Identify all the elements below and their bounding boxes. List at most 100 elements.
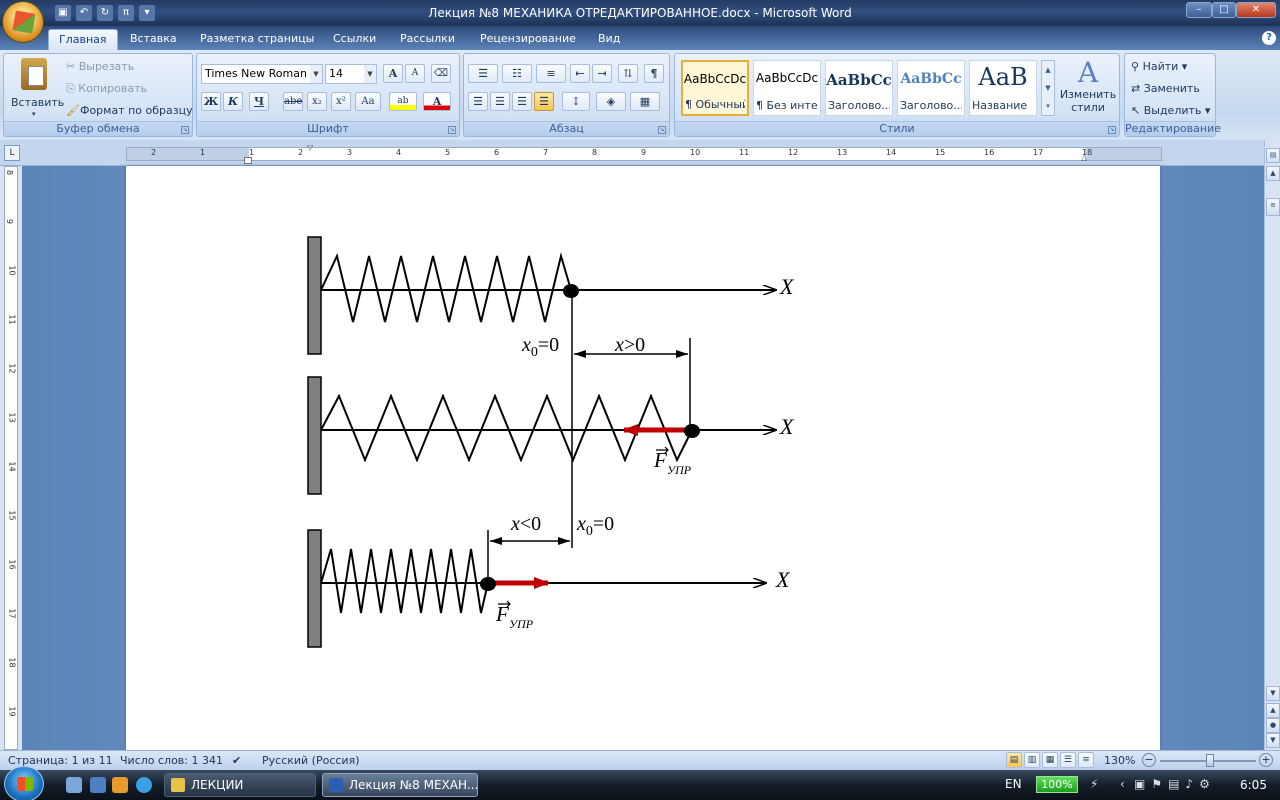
bold-button[interactable]: Ж — [201, 92, 221, 111]
tab-page-layout[interactable]: Разметка страницы — [190, 29, 324, 50]
document-page[interactable]: X X X x0=0 x>0 x<0 x0=0 F УПР F УПР — [126, 166, 1160, 750]
find-button[interactable]: ⚲ Найти ▾ — [1131, 60, 1187, 73]
customize-qat-icon[interactable]: ▾ — [139, 5, 155, 21]
change-styles-button[interactable]: A Изменить стили — [1059, 58, 1117, 120]
input-language[interactable]: EN — [1005, 777, 1022, 791]
zoom-level[interactable]: 130% — [1104, 754, 1135, 767]
styles-scroll-icon[interactable]: ▲ ▼ ▾ — [1041, 60, 1055, 116]
save-icon[interactable]: ▣ — [55, 5, 71, 21]
tray-icons[interactable]: ▣⚑▤♪⚙ — [1134, 777, 1216, 791]
minimize-button[interactable]: – — [1186, 2, 1212, 18]
horizontal-ruler[interactable]: 2 1 1 2 3 4 5 6 7 8 9 10 11 12 13 14 15 16 17 18 — [126, 147, 1162, 161]
strikethrough-button[interactable]: abe — [283, 92, 303, 111]
highlight-button[interactable]: ab — [389, 92, 417, 111]
help-icon[interactable]: ? — [1262, 31, 1276, 45]
increase-indent-icon[interactable]: ⇥ — [592, 64, 612, 83]
outline-icon[interactable]: ☰ — [1060, 752, 1076, 768]
align-right-icon[interactable]: ☰ — [512, 92, 532, 111]
view-ruler-icon[interactable]: ▤ — [1266, 148, 1280, 163]
web-layout-icon[interactable]: ▦ — [1042, 752, 1058, 768]
copy-button[interactable]: ⎘ Копировать — [66, 82, 147, 96]
full-screen-reading-icon[interactable]: ▥ — [1024, 752, 1040, 768]
replace-button[interactable]: ⇄ Заменить — [1131, 82, 1200, 95]
pi-symbol-icon[interactable]: π — [118, 5, 134, 21]
clock[interactable]: 6:05 — [1240, 778, 1267, 792]
font-color-button[interactable]: A — [423, 92, 451, 111]
left-indent-marker-icon[interactable] — [244, 157, 252, 164]
zoom-out-icon[interactable]: − — [1142, 753, 1156, 767]
tab-references[interactable]: Ссылки — [323, 29, 386, 50]
start-button[interactable] — [4, 766, 44, 800]
font-size-combo[interactable]: 14 ▼ — [325, 64, 377, 84]
font-name-combo[interactable]: Times New Roman ▼ — [201, 64, 323, 84]
dialog-launcher-icon[interactable]: ↘ — [1108, 126, 1116, 134]
tab-insert[interactable]: Вставка — [120, 29, 187, 50]
cut-button[interactable]: ✂ Вырезать — [66, 60, 134, 73]
vertical-scrollbar[interactable]: ▤ ▲ ≡ ▼ ▲ ● ▼ — [1264, 140, 1280, 750]
previous-page-icon[interactable]: ▲ — [1266, 703, 1280, 718]
clear-formatting-button[interactable]: ⌫ — [431, 64, 451, 83]
grow-font-button[interactable]: A — [383, 64, 403, 83]
style-normal[interactable]: AaBbCcDc ¶ Обычный — [681, 60, 749, 116]
zoom-slider-thumb[interactable] — [1206, 754, 1214, 767]
browse-object-icon[interactable]: ● — [1266, 718, 1280, 733]
align-center-icon[interactable]: ☰ — [490, 92, 510, 111]
shading-icon[interactable]: ◈ — [596, 92, 626, 111]
show-hidden-icons[interactable]: ‹ — [1120, 777, 1125, 791]
sort-icon[interactable]: ⇅ — [618, 64, 638, 83]
underline-button[interactable]: Ч — [249, 92, 269, 111]
change-case-button[interactable]: Aa — [355, 92, 381, 111]
right-indent-marker-icon[interactable]: △ — [1081, 153, 1087, 162]
taskbar-item-word[interactable]: Лекция №8 МЕХАН... — [322, 773, 478, 797]
scroll-down-icon[interactable]: ▼ — [1266, 686, 1280, 701]
dialog-launcher-icon[interactable]: ↘ — [448, 126, 456, 134]
battery-indicator[interactable]: 100% — [1036, 776, 1078, 793]
media-player-icon[interactable] — [112, 777, 128, 793]
power-icon[interactable]: ⚡ — [1090, 777, 1098, 791]
tab-mailings[interactable]: Рассылки — [390, 29, 465, 50]
first-line-indent-marker-icon[interactable]: ▽ — [307, 143, 313, 152]
italic-button[interactable]: К — [223, 92, 243, 111]
dialog-launcher-icon[interactable]: ↘ — [658, 126, 666, 134]
superscript-button[interactable]: x² — [331, 92, 351, 111]
tab-selector-icon[interactable]: L — [4, 145, 20, 161]
dialog-launcher-icon[interactable]: ↘ — [181, 126, 189, 134]
print-layout-icon[interactable]: ▤ — [1006, 752, 1022, 768]
shrink-font-button[interactable]: A — [405, 64, 425, 83]
style-title[interactable]: AaB Название — [969, 60, 1037, 116]
maximize-button[interactable]: □ — [1212, 2, 1236, 18]
internet-explorer-icon[interactable] — [136, 777, 152, 793]
bullets-icon[interactable]: ☰ — [468, 64, 498, 83]
align-left-icon[interactable]: ☰ — [468, 92, 488, 111]
subscript-button[interactable]: x₂ — [307, 92, 327, 111]
style-heading-2[interactable]: AaBbCc Заголово... — [897, 60, 965, 116]
window-switcher-icon[interactable] — [90, 777, 106, 793]
zoom-in-icon[interactable]: + — [1259, 753, 1273, 767]
line-spacing-icon[interactable]: ↕ — [562, 92, 590, 111]
undo-icon[interactable]: ↶ — [76, 5, 92, 21]
language-indicator[interactable]: Русский (Россия) — [262, 754, 360, 767]
numbering-icon[interactable]: ☷ — [502, 64, 532, 83]
vertical-ruler[interactable]: 891011121314151617181920 — [0, 166, 22, 766]
decrease-indent-icon[interactable]: ⇤ — [570, 64, 590, 83]
style-no-spacing[interactable]: AaBbCcDc ¶ Без инте... — [753, 60, 821, 116]
show-marks-icon[interactable]: ¶ — [644, 64, 664, 83]
taskbar-item-folder[interactable]: ЛЕКЦИИ — [164, 773, 316, 797]
paste-button[interactable]: Вставить ▾ — [8, 56, 64, 120]
tab-review[interactable]: Рецензирование — [470, 29, 586, 50]
spell-check-icon[interactable]: ✔ — [232, 754, 241, 767]
tab-home[interactable]: Главная — [48, 29, 118, 50]
office-button[interactable] — [2, 1, 44, 43]
format-painter-button[interactable]: 🖌Формат по образцу — [66, 104, 193, 117]
multilevel-list-icon[interactable]: ≡ — [536, 64, 566, 83]
tab-view[interactable]: Вид — [588, 29, 630, 50]
scroll-up-icon[interactable]: ▲ — [1266, 166, 1280, 181]
next-page-icon[interactable]: ▼ — [1266, 733, 1280, 748]
redo-icon[interactable]: ↻ — [97, 5, 113, 21]
close-button[interactable]: ✕ — [1236, 2, 1276, 18]
scroll-thumb[interactable]: ≡ — [1266, 198, 1280, 216]
draft-icon[interactable]: ≡ — [1078, 752, 1094, 768]
word-count[interactable]: Число слов: 1 341 — [120, 754, 223, 767]
style-heading-1[interactable]: AaBbCc Заголово... — [825, 60, 893, 116]
borders-icon[interactable]: ▦ — [630, 92, 660, 111]
